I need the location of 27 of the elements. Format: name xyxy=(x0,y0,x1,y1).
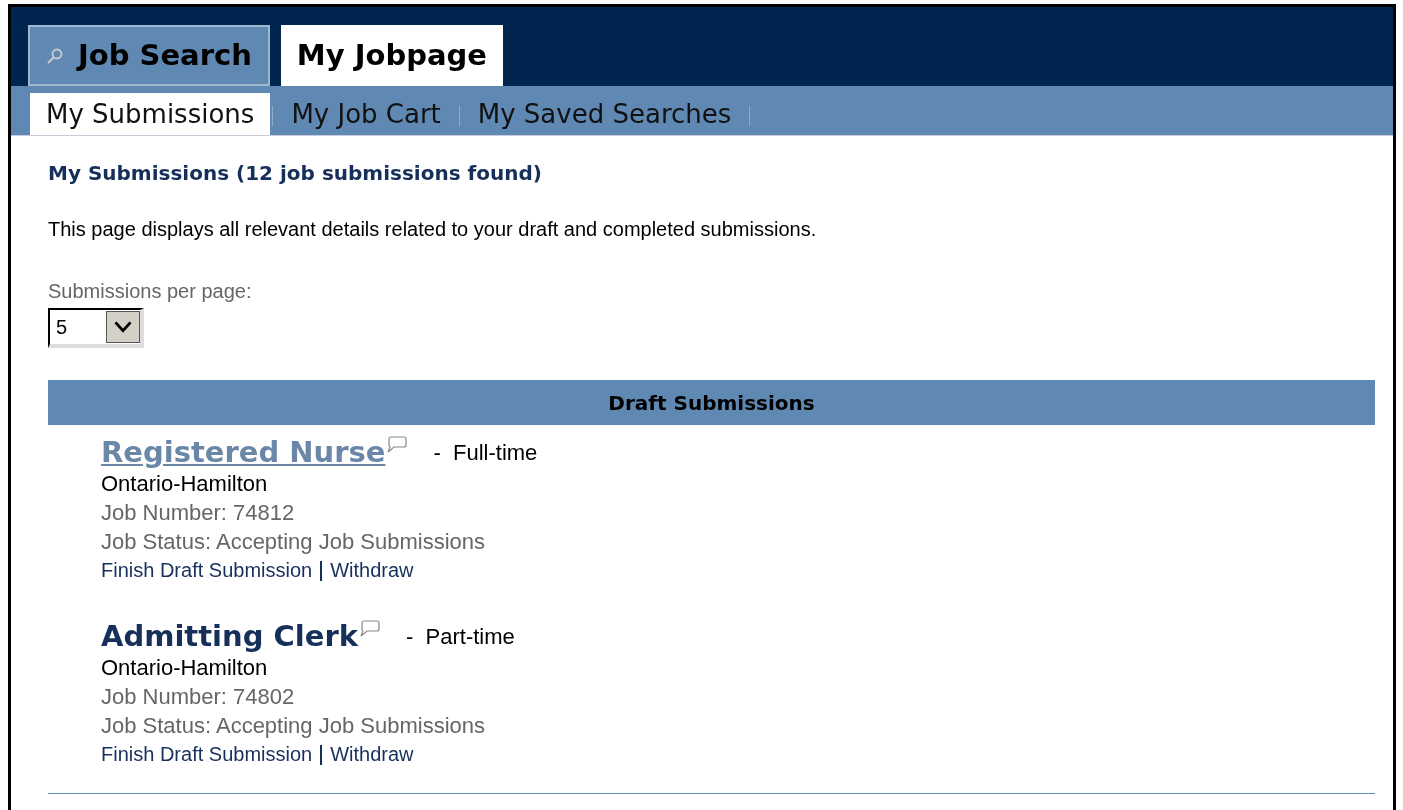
job-number: Job Number: 74802 xyxy=(101,683,296,711)
job-location: Ontario-Hamilton xyxy=(101,654,269,682)
page-description: This page displays all relevant details related to your draft and completed submissions. xyxy=(48,217,818,242)
action-link[interactable]: Finish Draft Submission xyxy=(101,556,313,585)
job-title-link[interactable]: Admitting Clerk xyxy=(101,619,358,653)
action-link[interactable]: Withdraw xyxy=(330,740,414,769)
per-page-select[interactable]: 5 xyxy=(48,308,144,348)
job-number: Job Number: 74812 xyxy=(101,499,296,527)
job-status: Job Status: Accepting Job Submissions xyxy=(101,528,486,556)
comment-icon[interactable] xyxy=(385,435,408,455)
job-location: Ontario-Hamilton xyxy=(101,470,269,498)
comment-icon[interactable] xyxy=(358,619,380,639)
action-link[interactable]: Finish Draft Submission xyxy=(101,740,313,769)
chevron-down-icon xyxy=(106,311,140,343)
sub-tab[interactable]: My Submissions xyxy=(30,93,271,135)
page-heading: My Submissions (12 job submissions found) xyxy=(48,160,543,187)
sub-tab[interactable]: My Saved Searches xyxy=(461,93,748,135)
job-type: - Full-time xyxy=(433,439,538,467)
job-type: - Part-time xyxy=(406,623,515,651)
main-tab[interactable]: Job Search xyxy=(28,25,270,86)
job-title-link[interactable]: Registered Nurse xyxy=(101,435,386,469)
per-page-label: Submissions per page: xyxy=(48,279,253,304)
job-status: Job Status: Accepting Job Submissions xyxy=(101,712,486,740)
action-link[interactable]: Withdraw xyxy=(330,556,414,585)
sub-tab[interactable]: My Job Cart xyxy=(275,93,457,135)
section-header: Draft Submissions xyxy=(48,380,1375,425)
main-tab[interactable]: My Jobpage xyxy=(280,25,503,86)
